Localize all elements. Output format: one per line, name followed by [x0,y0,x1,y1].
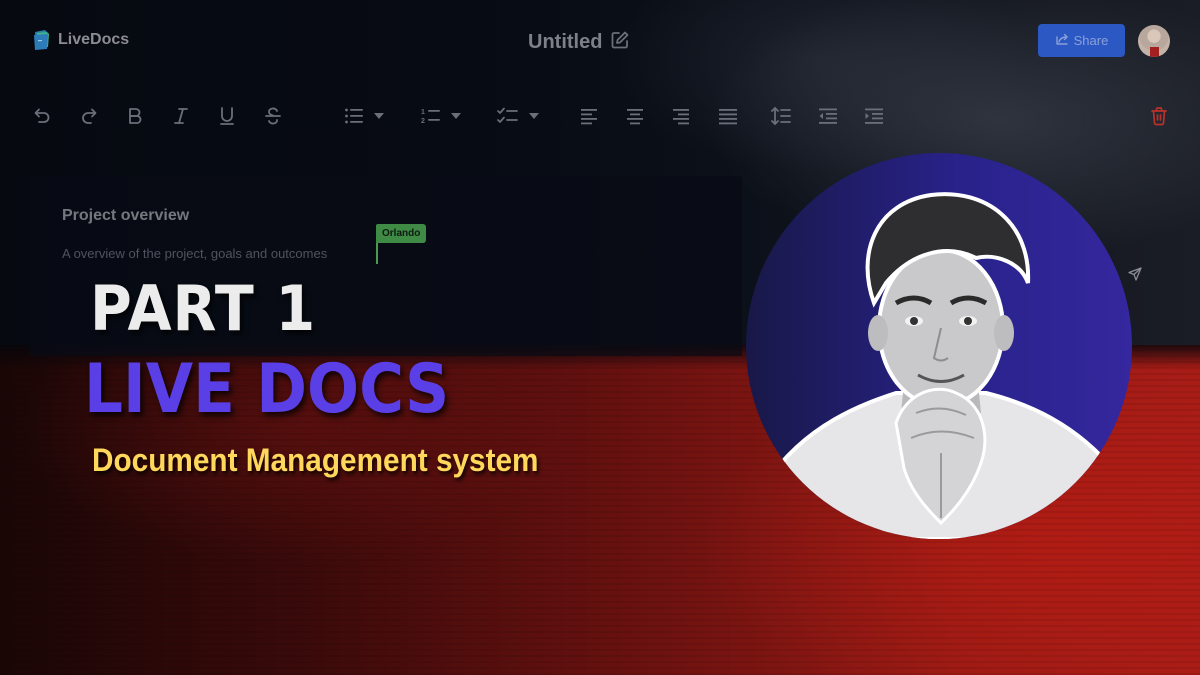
document-title-text[interactable]: Untitled [528,31,602,54]
editor-toolbar: 12 [0,98,1200,136]
numbered-list-icon: 12 [421,107,441,125]
presenter-portrait [746,153,1132,539]
trash-icon [1150,106,1168,126]
underline-icon [218,106,236,126]
share-icon [1055,32,1069,49]
chevron-down-icon [374,113,384,119]
svg-text:2: 2 [421,118,425,125]
align-center-icon [626,107,644,125]
collaborator-cursor-label: Orlando [376,224,427,243]
undo-icon [32,106,52,126]
underline-button[interactable] [213,98,241,134]
user-avatar[interactable] [1138,25,1170,57]
align-justify-icon [718,107,738,125]
align-left-button[interactable] [576,98,602,134]
align-center-button[interactable] [622,98,648,134]
share-label: Share [1073,33,1109,48]
redo-icon [79,106,99,126]
indent-button[interactable] [861,98,887,134]
svg-text:1: 1 [421,109,425,116]
line-height-button[interactable] [768,98,794,134]
chevron-down-icon [529,113,539,119]
outdent-button[interactable] [815,98,841,134]
check-list-icon [497,107,519,125]
bold-button[interactable] [121,98,149,134]
edit-icon[interactable] [610,30,630,55]
app-logo[interactable]: LiveDocs [32,29,129,51]
align-justify-button[interactable] [715,98,741,134]
align-right-icon [672,107,690,125]
strikethrough-icon [263,106,283,126]
app-header: LiveDocs Untitled Share [0,0,1200,80]
align-right-button[interactable] [668,98,694,134]
italic-button[interactable] [167,98,195,134]
numbered-list-dropdown[interactable]: 12 [415,98,467,134]
overlay-part-label: PART 1 [90,272,317,345]
collaborator-cursor [376,242,378,264]
bullet-list-dropdown[interactable] [338,98,390,134]
italic-icon [172,106,190,126]
outdent-icon [818,107,838,125]
delete-document-button[interactable] [1146,98,1172,134]
document-heading[interactable]: Project overview [62,207,189,225]
check-list-dropdown[interactable] [492,98,544,134]
share-button[interactable]: Share [1038,24,1125,57]
overlay-title: LIVE DOCS [84,350,450,429]
bold-icon [126,106,144,126]
document-title[interactable]: Untitled [528,30,630,55]
strikethrough-button[interactable] [259,98,287,134]
overlay-subtitle: Document Management system [92,442,539,478]
document-paragraph[interactable]: A overview of the project, goals and out… [62,246,327,261]
undo-button[interactable] [28,98,56,134]
align-left-icon [580,107,598,125]
bullet-list-icon [344,107,364,125]
app-name: LiveDocs [58,31,130,48]
redo-button[interactable] [75,98,103,134]
indent-icon [864,107,884,125]
chevron-down-icon [451,113,461,119]
folder-docs-icon [32,29,52,51]
line-height-icon [770,106,792,126]
